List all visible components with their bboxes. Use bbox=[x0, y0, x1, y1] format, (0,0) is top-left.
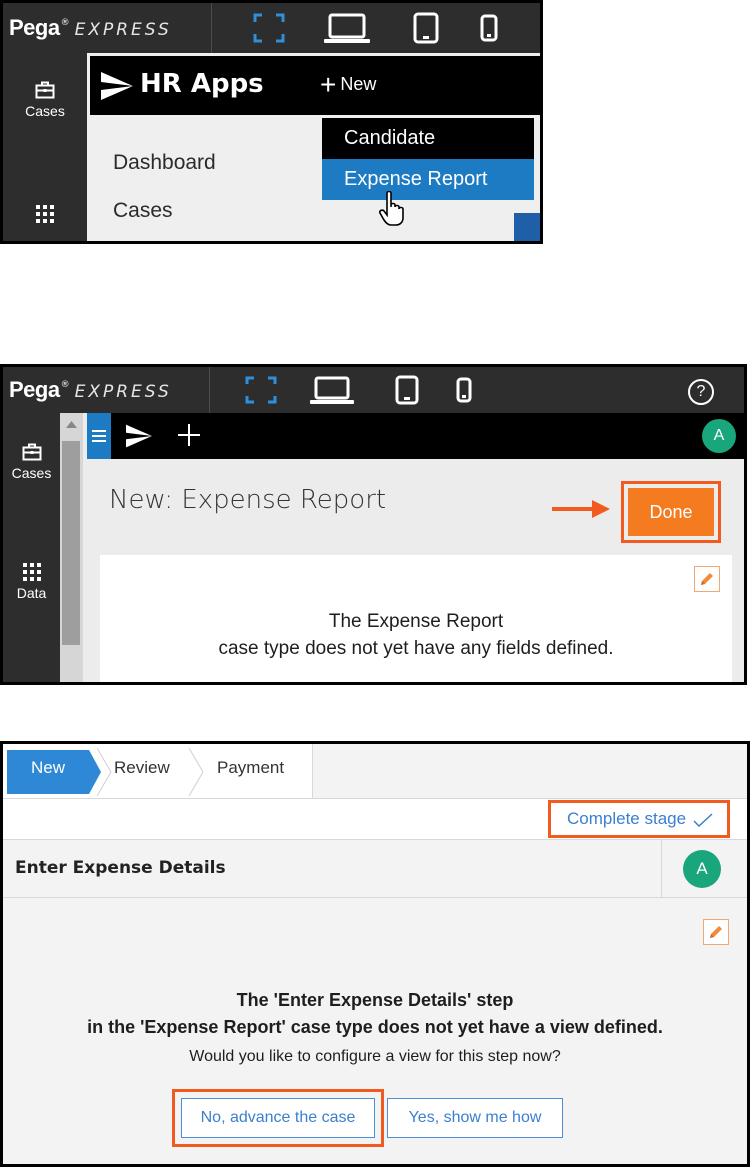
logo-pega-text: Pega bbox=[9, 15, 60, 40]
checkmark-icon bbox=[693, 812, 713, 827]
briefcase-icon bbox=[22, 443, 41, 461]
complete-stage-label: Complete stage bbox=[567, 809, 687, 828]
fullscreen-icon[interactable] bbox=[251, 3, 287, 53]
new-label: New bbox=[340, 74, 377, 94]
step-question: Would you like to configure a view for t… bbox=[189, 1048, 561, 1065]
logo-express-text: EXPRESS bbox=[74, 20, 172, 40]
arrow-right-icon bbox=[552, 500, 610, 518]
nav-cases[interactable]: Cases bbox=[113, 199, 173, 223]
new-button[interactable]: + New bbox=[320, 68, 377, 100]
fields-card: The Expense Report case type does not ye… bbox=[100, 555, 732, 682]
plus-icon: + bbox=[320, 68, 337, 100]
fields-message-line1: The Expense Report bbox=[328, 611, 504, 632]
complete-stage-link[interactable]: Complete stage bbox=[567, 809, 713, 829]
tablet-icon[interactable] bbox=[411, 3, 441, 53]
plus-icon[interactable] bbox=[177, 423, 201, 447]
phone-icon[interactable] bbox=[477, 3, 501, 53]
menu-item-expense-report[interactable]: Expense Report bbox=[322, 159, 534, 200]
panel-stage-view: New Review Payment Complete stage Enter … bbox=[0, 741, 750, 1167]
avatar[interactable]: A bbox=[702, 419, 736, 453]
pencil-icon[interactable] bbox=[703, 919, 729, 945]
step-body: The 'Enter Expense Details' step in the … bbox=[3, 899, 747, 1164]
panel-new-expense-report: Pega ® EXPRESS ? Cases Data A New: Expen… bbox=[0, 364, 747, 685]
page-title: New: Expense Report bbox=[109, 485, 387, 515]
complete-stage-highlight: Complete stage bbox=[548, 800, 730, 838]
step-message-line2: in the 'Expense Report' case type does n… bbox=[87, 1017, 663, 1037]
new-case-menu: Candidate Expense Report bbox=[322, 118, 534, 200]
rail-scrollbar[interactable] bbox=[60, 413, 83, 682]
phone-icon[interactable] bbox=[453, 367, 475, 413]
left-rail: Cases Data bbox=[3, 413, 60, 682]
rail-cases[interactable]: Cases bbox=[3, 81, 87, 119]
app-header: HR Apps + New bbox=[90, 56, 540, 115]
logo-express-text: EXPRESS bbox=[74, 382, 172, 402]
pega-express-logo: Pega ® EXPRESS bbox=[3, 15, 172, 41]
stage-payment[interactable]: Payment bbox=[217, 758, 284, 778]
stage-new[interactable]: New bbox=[31, 758, 65, 778]
grid-icon bbox=[36, 205, 54, 223]
rail-data[interactable]: Data bbox=[3, 563, 60, 601]
menu-item-candidate[interactable]: Candidate bbox=[322, 118, 534, 159]
pega-swoosh-icon bbox=[126, 424, 152, 448]
show-me-how-button[interactable]: Yes, show me how bbox=[387, 1098, 563, 1138]
pointer-hand-icon bbox=[379, 191, 404, 226]
fields-message-line2: case type does not yet have any fields d… bbox=[218, 638, 614, 659]
tablet-icon[interactable] bbox=[393, 367, 421, 413]
logo-registered: ® bbox=[60, 380, 70, 390]
rail-cases[interactable]: Cases bbox=[3, 443, 60, 481]
laptop-icon[interactable] bbox=[309, 367, 355, 413]
app-title: HR Apps bbox=[140, 69, 264, 99]
top-bar-divider bbox=[211, 3, 212, 53]
help-icon[interactable]: ? bbox=[688, 379, 714, 405]
fullscreen-icon[interactable] bbox=[243, 367, 279, 413]
left-rail: Cases bbox=[3, 53, 87, 241]
done-button[interactable]: Done bbox=[628, 488, 714, 536]
stage-review[interactable]: Review bbox=[114, 758, 170, 778]
top-bar: Pega ® EXPRESS ? bbox=[3, 367, 744, 413]
step-header: Enter Expense Details A bbox=[3, 840, 747, 898]
rail-data-label: Data bbox=[16, 585, 47, 601]
rail-cases-label: Cases bbox=[25, 103, 65, 119]
case-content: New: Expense Report Done The Expense Rep… bbox=[87, 459, 744, 682]
avatar[interactable]: A bbox=[683, 850, 721, 888]
hamburger-icon[interactable] bbox=[87, 413, 111, 459]
nav-dashboard[interactable]: Dashboard bbox=[113, 151, 216, 175]
grid-icon bbox=[22, 563, 41, 581]
panel-new-menu: Pega ® EXPRESS Cases HR Apps + New Dashb… bbox=[0, 0, 543, 244]
logo-registered: ® bbox=[60, 18, 70, 28]
pencil-icon[interactable] bbox=[694, 566, 720, 592]
scrollbar-thumb[interactable] bbox=[62, 441, 80, 645]
top-bar-divider bbox=[209, 367, 210, 413]
rail-data[interactable] bbox=[3, 205, 87, 227]
pega-express-logo: Pega ® EXPRESS bbox=[3, 377, 172, 403]
step-message-line1: The 'Enter Expense Details' step bbox=[236, 990, 514, 1010]
laptop-icon[interactable] bbox=[323, 3, 371, 53]
content-accent-block bbox=[514, 213, 540, 241]
stage-bar: New Review Payment bbox=[3, 744, 313, 798]
done-highlight: Done bbox=[621, 481, 721, 543]
header-divider bbox=[661, 840, 662, 898]
step-title: Enter Expense Details bbox=[15, 858, 226, 878]
advance-case-button[interactable]: No, advance the case bbox=[181, 1098, 375, 1138]
pega-swoosh-icon bbox=[101, 72, 133, 100]
app-header: A bbox=[87, 413, 744, 459]
top-bar: Pega ® EXPRESS bbox=[3, 3, 540, 53]
logo-pega-text: Pega bbox=[9, 377, 60, 402]
rail-cases-label: Cases bbox=[11, 465, 52, 481]
stage-bar-fill bbox=[314, 744, 747, 798]
scroll-up-icon bbox=[66, 421, 77, 428]
briefcase-icon bbox=[35, 81, 55, 99]
